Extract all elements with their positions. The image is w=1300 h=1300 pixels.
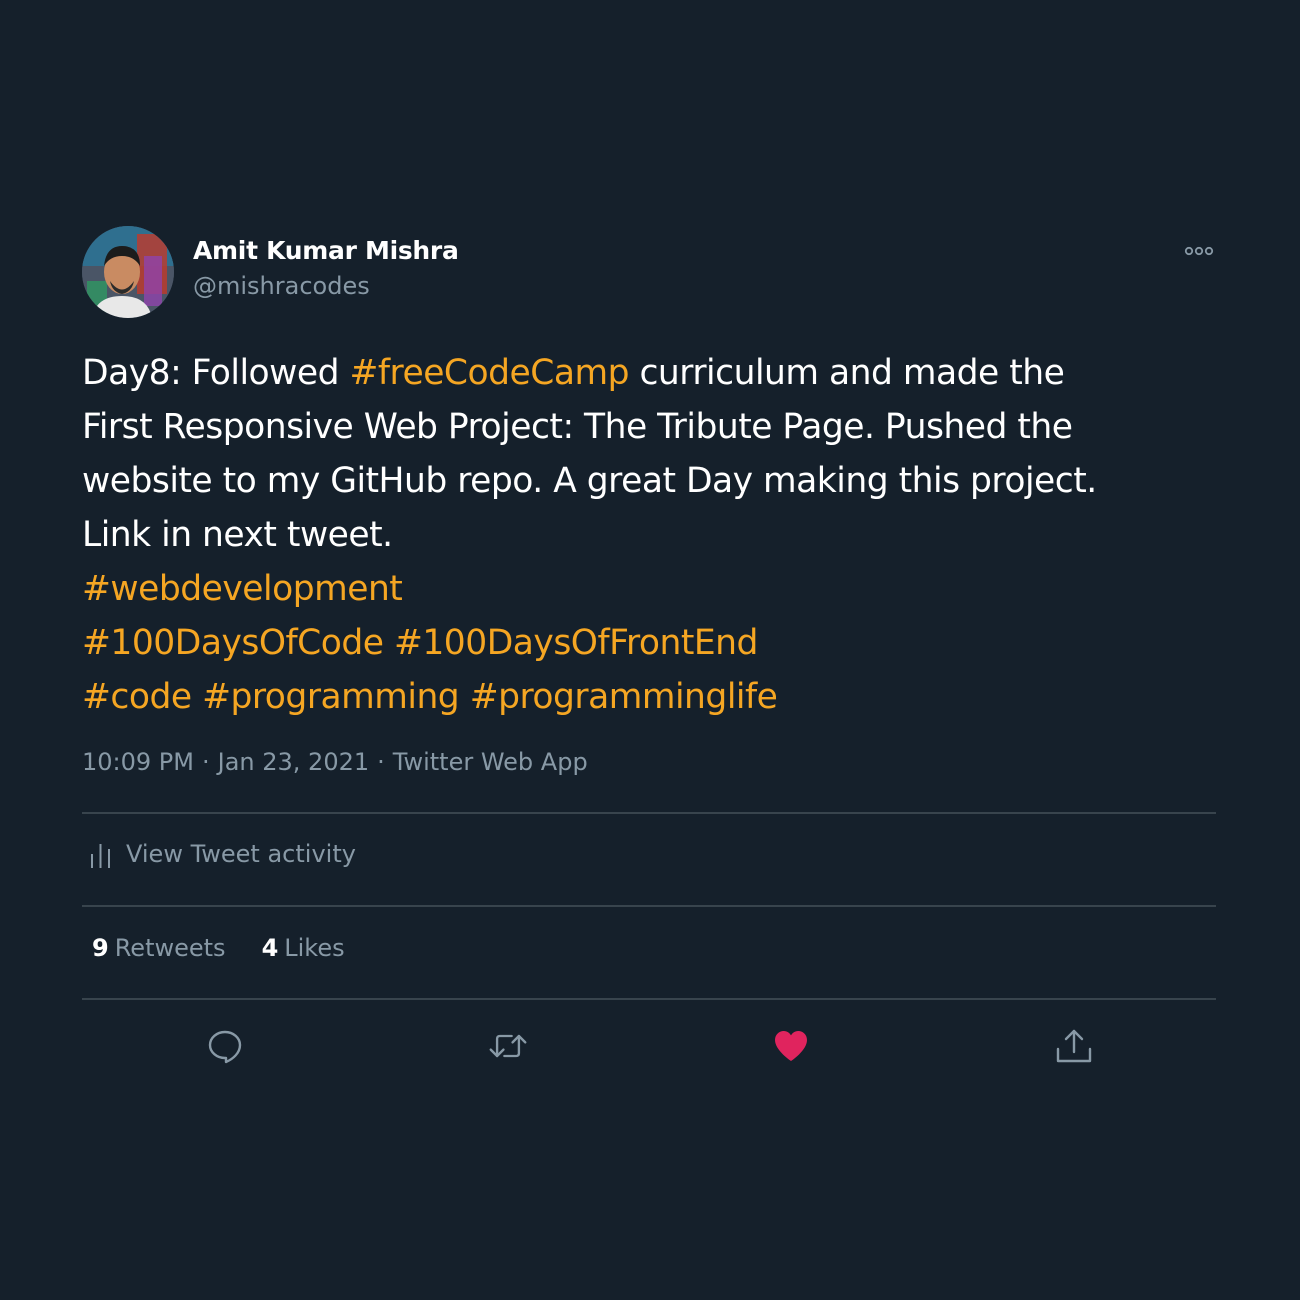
tweet-line: First Responsive Web Project: The Tribut… [82,407,1073,447]
tweet-actions [82,1026,1216,1066]
divider [82,812,1216,814]
tweet-line: #webdevelopment [82,562,1216,616]
like-button[interactable] [771,1026,811,1066]
tweet-line: #code #programming #programminglife [82,670,1216,724]
more-options-button[interactable] [1182,234,1216,268]
reply-button[interactable] [205,1026,245,1066]
divider [82,905,1216,907]
hashtag-link[interactable]: #programminglife [470,677,778,717]
share-icon [1056,1029,1092,1063]
reply-icon [208,1030,242,1064]
hashtag-link[interactable]: #freeCodeCamp [349,353,629,393]
tweet-line: #100DaysOfCode #100DaysOfFrontEnd [82,616,1216,670]
heart-icon [775,1031,807,1061]
likes-label: Likes [284,934,345,962]
hashtag-link[interactable]: #100DaysOfCode [82,623,384,663]
hashtag-link[interactable]: #webdevelopment [82,569,403,609]
author-handle[interactable]: @mishracodes [193,272,370,300]
retweets-label: Retweets [114,934,226,962]
tweet-source-link[interactable]: Twitter Web App [393,748,588,776]
tweet: Amit Kumar Mishra @mishracodes Day8: Fol… [82,226,1216,1064]
tweet-line: Day8: Followed #freeCodeCamp curriculum … [82,346,1216,400]
view-tweet-activity-label: View Tweet activity [126,840,356,868]
tweet-time[interactable]: 10:09 PM [82,748,194,776]
avatar-photo [82,226,174,318]
retweets-count: 9 [92,934,109,962]
tweet-header: Amit Kumar Mishra @mishracodes [82,226,1216,318]
tweet-text-segment: Day8: Followed [82,353,350,393]
retweets-stat[interactable]: 9 Retweets [92,934,226,962]
hashtag-link[interactable]: #code [82,677,192,717]
hashtag-link[interactable]: #programming [202,677,460,717]
tweet-stats: 9 Retweets 4 Likes [92,934,345,962]
tweet-metadata: 10:09 PM · Jan 23, 2021 · Twitter Web App [82,748,588,776]
share-button[interactable] [1054,1026,1094,1066]
author-name[interactable]: Amit Kumar Mishra [193,236,459,265]
separator: · [377,748,385,776]
tweet-date[interactable]: Jan 23, 2021 [218,748,370,776]
tweet-line: website to my GitHub repo. A great Day m… [82,461,1097,501]
retweet-button[interactable] [488,1026,528,1066]
likes-stat[interactable]: 4 Likes [262,934,345,962]
avatar[interactable] [82,226,174,318]
likes-count: 4 [261,934,279,962]
divider [82,998,1216,1000]
analytics-icon [91,844,110,868]
view-tweet-activity-link[interactable]: View Tweet activity [90,840,356,868]
retweet-icon [489,1034,527,1058]
tweet-text: Day8: Followed #freeCodeCamp curriculum … [82,346,1216,724]
hashtag-link[interactable]: #100DaysOfFrontEnd [394,623,758,663]
tweet-line: Link in next tweet. [82,515,393,555]
tweet-text-segment: curriculum and made the [628,353,1065,393]
separator: · [201,748,210,776]
more-icon [1184,246,1214,256]
